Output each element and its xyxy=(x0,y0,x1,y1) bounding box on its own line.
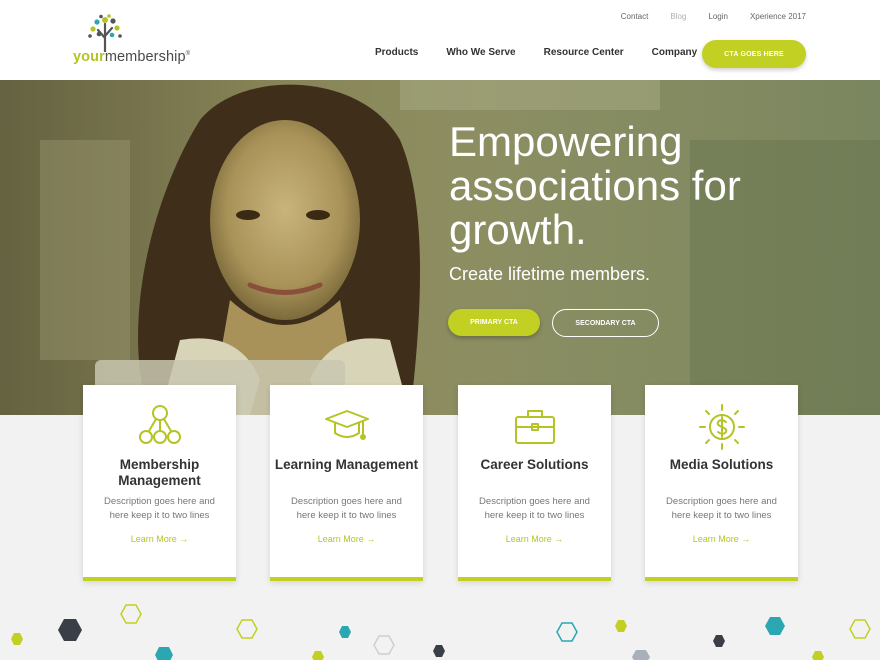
utility-link-blog[interactable]: Blog xyxy=(670,12,686,21)
hero-title: Empowering associations for growth. xyxy=(449,118,741,253)
site-logo[interactable]: yourmembership® xyxy=(73,14,193,68)
main-nav: Products Who We Serve Resource Center Co… xyxy=(375,47,725,58)
nav-item-resource-center[interactable]: Resource Center xyxy=(544,47,624,58)
card-learning-management[interactable]: Learning Management Description goes her… xyxy=(270,385,423,581)
card-title: Media Solutions xyxy=(669,457,774,472)
learn-more-link[interactable]: Learn More → xyxy=(458,534,611,544)
hero-section: Empowering associations for growth. Crea… xyxy=(0,80,880,415)
dollar-sign-icon xyxy=(698,404,745,450)
card-career-solutions[interactable]: Career Solutions Description goes here a… xyxy=(458,385,611,581)
card-media-solutions[interactable]: Media Solutions Description goes here an… xyxy=(645,385,798,581)
header-cta-button[interactable]: CTA GOES HERE xyxy=(702,40,806,68)
card-description: Description goes here and here keep it t… xyxy=(104,496,215,521)
learn-more-link[interactable]: Learn More → xyxy=(83,534,236,544)
nav-item-who-we-serve[interactable]: Who We Serve xyxy=(446,47,515,58)
learn-more-link[interactable]: Learn More → xyxy=(270,534,423,544)
graduation-cap-icon xyxy=(324,410,369,440)
learn-more-link[interactable]: Learn More → xyxy=(645,534,798,544)
briefcase-icon xyxy=(514,410,555,444)
tree-logo-icon xyxy=(88,14,122,52)
utility-link-login[interactable]: Login xyxy=(708,12,728,21)
card-title: Membership Management xyxy=(118,457,201,488)
logo-wordmark: yourmembership® xyxy=(73,49,191,65)
hexagon-decoration xyxy=(11,604,871,660)
nav-item-products[interactable]: Products xyxy=(375,47,418,58)
utility-link-xperience[interactable]: Xperience 2017 xyxy=(750,12,806,21)
card-membership-management[interactable]: Membership Management Description goes h… xyxy=(83,385,236,581)
site-header: yourmembership® Contact Blog Login Xperi… xyxy=(0,0,880,80)
card-title: Learning Management xyxy=(274,457,419,472)
hero-subtitle: Create lifetime members. xyxy=(449,264,651,284)
card-description: Description goes here and here keep it t… xyxy=(291,496,402,521)
primary-cta-button[interactable]: PRIMARY CTA xyxy=(448,309,540,336)
card-description: Description goes here and here keep it t… xyxy=(666,496,777,521)
membership-network-icon xyxy=(138,405,181,444)
utility-link-contact[interactable]: Contact xyxy=(621,12,649,21)
utility-nav: Contact Blog Login Xperience 2017 xyxy=(599,12,806,21)
card-title: Career Solutions xyxy=(480,457,589,472)
secondary-cta-button[interactable]: SECONDARY CTA xyxy=(552,309,659,337)
card-description: Description goes here and here keep it t… xyxy=(479,496,590,521)
nav-item-company[interactable]: Company xyxy=(652,47,698,58)
